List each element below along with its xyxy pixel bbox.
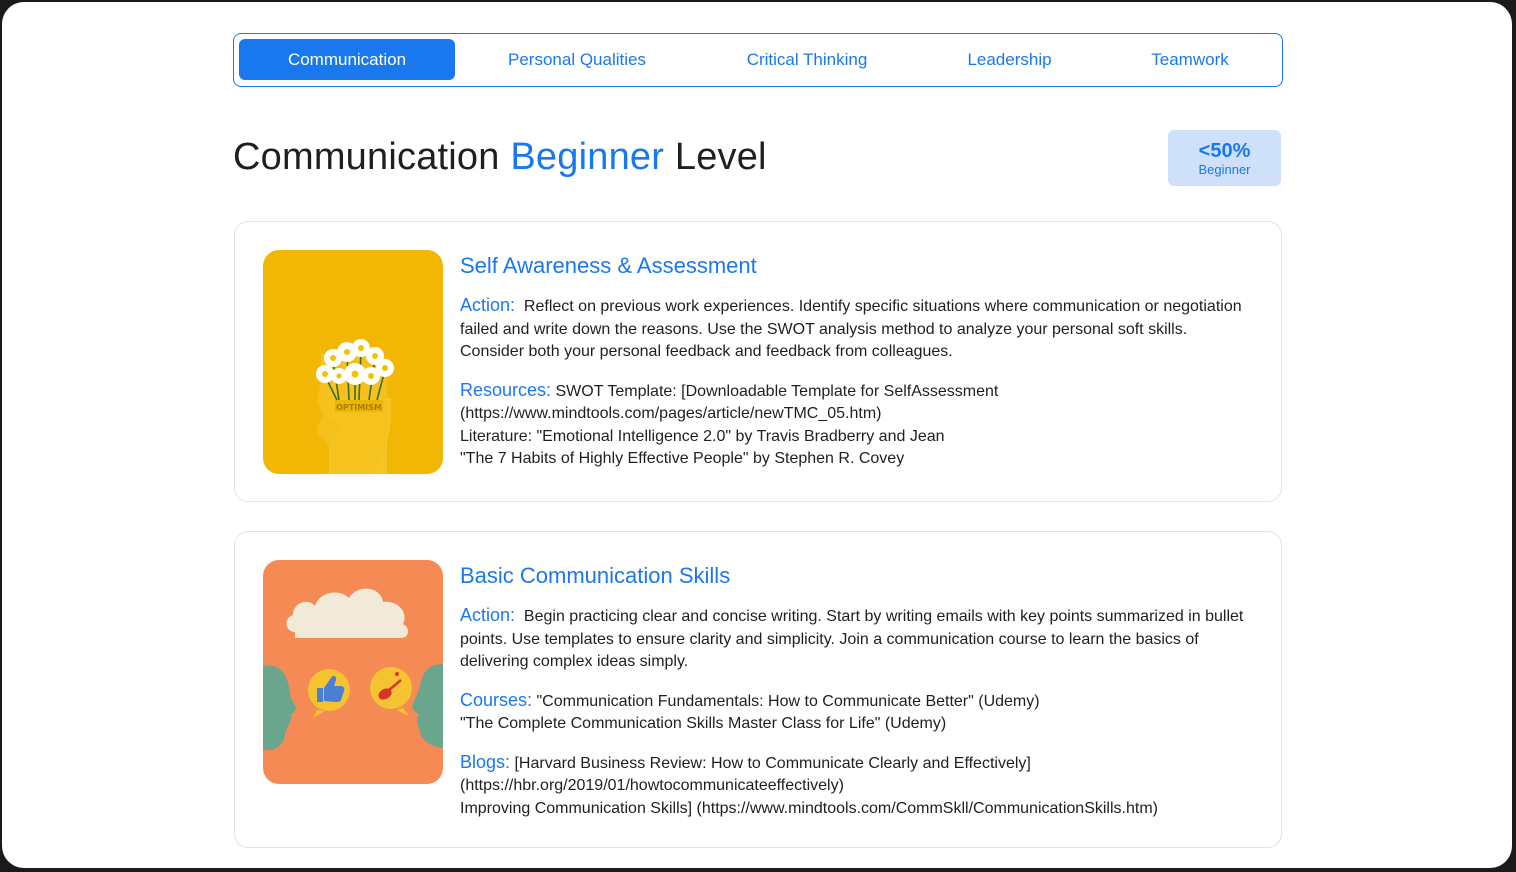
tab-communication[interactable]: Communication — [239, 39, 455, 80]
badge-level: Beginner — [1198, 162, 1251, 177]
badge-percent: <50% — [1198, 140, 1251, 162]
conversation-illustration — [263, 560, 443, 784]
app-frame: Communication Personal Qualities Critica… — [2, 2, 1512, 868]
tab-critical-thinking[interactable]: Critical Thinking — [692, 39, 922, 80]
action-section: Action: Begin practicing clear and conci… — [460, 604, 1251, 674]
courses-label: Courses: — [460, 689, 533, 710]
flowers-head-illustration: OPTIMISM — [263, 250, 443, 474]
resources-label: Resources: — [460, 379, 552, 400]
action-text: Reflect on previous work experiences. Id… — [460, 298, 1242, 360]
action-text: Begin practicing clear and concise writi… — [460, 608, 1244, 670]
title-suffix: Level — [674, 136, 767, 178]
tab-leadership[interactable]: Leadership — [922, 39, 1097, 80]
resources-section: Resources: SWOT Template: [Downloadable … — [460, 379, 1251, 471]
courses-section: Courses: "Communication Fundamentals: Ho… — [460, 689, 1251, 736]
image-label-text: OPTIMISM — [336, 403, 382, 412]
card-body: Self Awareness & Assessment Action: Refl… — [460, 252, 1251, 486]
resource-item: "The 7 Habits of Highly Effective People… — [460, 450, 905, 467]
title-level: Beginner — [510, 136, 665, 178]
blogs-section: Blogs: [Harvard Business Review: How to … — [460, 751, 1251, 821]
card-image — [263, 560, 443, 784]
recommendation-card-basic-communication: Basic Communication Skills Action: Begin… — [234, 531, 1282, 848]
action-section: Action: Reflect on previous work experie… — [460, 294, 1251, 364]
card-title: Self Awareness & Assessment — [460, 253, 757, 278]
action-label: Action: — [460, 295, 516, 315]
card-body: Basic Communication Skills Action: Begin… — [460, 562, 1251, 835]
card-image: OPTIMISM — [263, 250, 443, 474]
level-badge: <50% Beginner — [1168, 130, 1281, 186]
recommendation-card-self-awareness: OPTIMISM Self Awareness & Assessment Act… — [234, 221, 1282, 502]
tab-teamwork[interactable]: Teamwork — [1102, 39, 1278, 80]
page-title: Communication Beginner Level — [233, 136, 767, 179]
card-title: Basic Communication Skills — [460, 563, 731, 588]
course-item: "The Complete Communication Skills Maste… — [460, 715, 947, 732]
course-item: "Communication Fundamentals: How to Comm… — [536, 692, 1040, 710]
title-skill: Communication — [233, 136, 500, 178]
blog-link[interactable]: Improving Communication Skills] (https:/… — [460, 798, 1251, 821]
blog-link[interactable]: [Harvard Business Review: How to Communi… — [460, 755, 1031, 795]
skill-tabs: Communication Personal Qualities Critica… — [233, 33, 1283, 87]
action-label: Action: — [460, 605, 516, 625]
blogs-label: Blogs: — [460, 751, 511, 772]
tab-personal-qualities[interactable]: Personal Qualities — [462, 39, 692, 80]
resource-item: Literature: "Emotional Intelligence 2.0"… — [460, 427, 945, 445]
